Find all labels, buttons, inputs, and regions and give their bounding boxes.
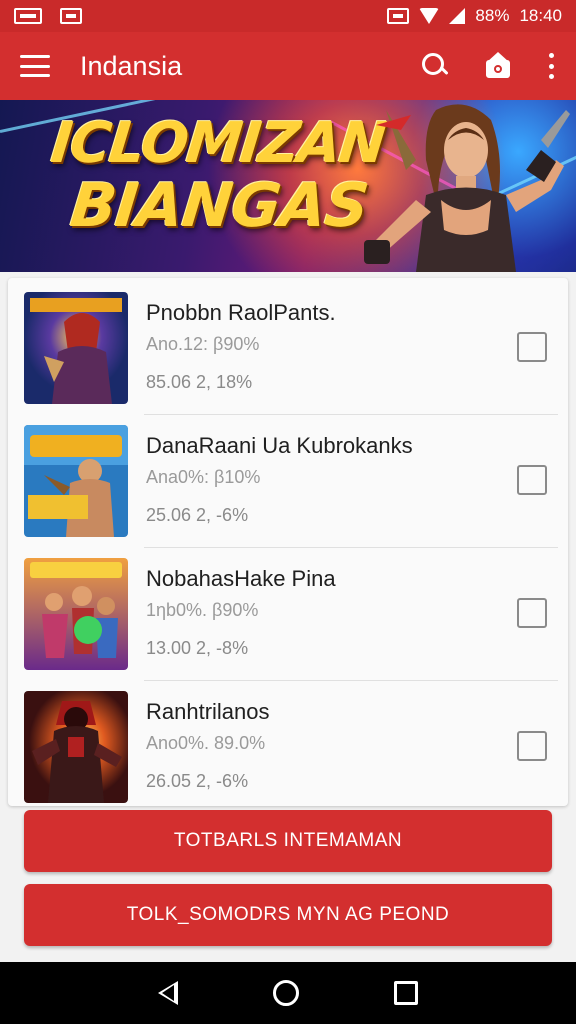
game-change: 85.06 2, 18%: [146, 372, 253, 392]
game-stat: Ana0%: β10%: [146, 467, 261, 487]
notification-icon: [14, 8, 42, 24]
game-change: 26.05 2, -6%: [146, 771, 249, 791]
home-icon[interactable]: [484, 52, 512, 80]
status-bar: 88% 18:40: [0, 0, 576, 32]
home-circle-icon[interactable]: [272, 980, 299, 1006]
recents-icon[interactable]: [394, 981, 419, 1005]
system-nav-bar: [0, 962, 576, 1024]
select-checkbox[interactable]: [517, 465, 547, 495]
list-item[interactable]: Ranhtrilanos Ano0%. 89.0% 26.05 2, -6%: [8, 677, 568, 809]
app-bar: Indansia: [0, 32, 576, 100]
banner-title-line1: ICLOMIZAN: [48, 111, 388, 176]
game-thumbnail: [24, 691, 128, 803]
warrior-character-art: [364, 104, 570, 272]
game-stat: 1ηb0%. β90%: [146, 600, 259, 620]
list-item[interactable]: DanaRaani Ua Kubrokanks Ana0%: β10% 25.0…: [8, 411, 568, 543]
secondary-action-button[interactable]: TOLK_SOMODRS MYN AG PEOND: [24, 884, 552, 946]
signal-icon: [449, 8, 466, 24]
banner-title-line2: BIANGAS: [67, 171, 372, 241]
game-thumbnail: [24, 558, 128, 670]
search-icon[interactable]: [420, 51, 450, 81]
game-title: Ranhtrilanos: [146, 699, 270, 724]
vibrate-icon: [387, 8, 410, 24]
game-change: 13.00 2, -8%: [146, 638, 249, 658]
game-thumbnail: [24, 292, 128, 404]
game-list: Pnobbn RaolPants. Ano.12: β90% 85.06 2, …: [8, 278, 568, 806]
select-checkbox[interactable]: [517, 598, 547, 628]
promo-banner[interactable]: ICLOMIZAN BIANGAS: [0, 100, 576, 272]
banner-title: ICLOMIZAN BIANGAS: [42, 111, 388, 241]
back-icon[interactable]: [157, 981, 178, 1005]
game-stat: Ano.12: β90%: [146, 334, 260, 354]
more-icon[interactable]: [546, 53, 556, 79]
wifi-icon: [419, 8, 440, 24]
game-stat: Ano0%. 89.0%: [146, 733, 266, 753]
game-title: DanaRaani Ua Kubrokanks: [146, 433, 413, 458]
app-title: Indansia: [80, 50, 183, 81]
image-icon: [60, 8, 82, 24]
clock: 18:40: [519, 6, 562, 25]
list-item[interactable]: Pnobbn RaolPants. Ano.12: β90% 85.06 2, …: [8, 278, 568, 410]
battery-level: 88%: [475, 6, 510, 25]
game-title: Pnobbn RaolPants.: [146, 300, 336, 325]
list-item[interactable]: NobahasHake Pina 1ηb0%. β90% 13.00 2, -8…: [8, 544, 568, 676]
menu-icon[interactable]: [20, 55, 50, 77]
game-change: 25.06 2, -6%: [146, 505, 249, 525]
game-title: NobahasHake Pina: [146, 566, 336, 591]
select-checkbox[interactable]: [517, 731, 547, 761]
game-thumbnail: [24, 425, 128, 537]
primary-action-button[interactable]: TOTBARLS INTEMAMAN: [24, 810, 552, 872]
select-checkbox[interactable]: [517, 332, 547, 362]
